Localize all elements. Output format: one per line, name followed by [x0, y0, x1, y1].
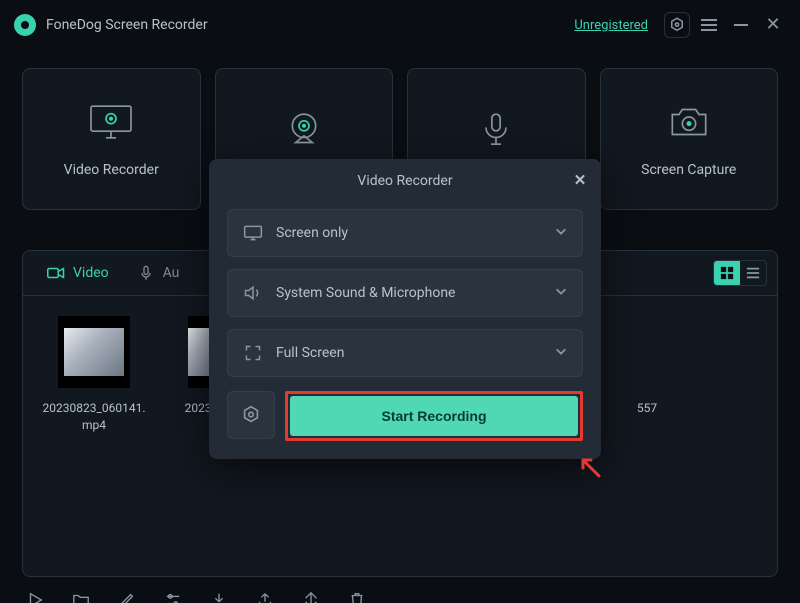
file-name: 557: [617, 400, 677, 417]
edit-button[interactable]: [114, 587, 140, 603]
sliders-button[interactable]: [160, 587, 186, 603]
play-button[interactable]: [22, 587, 48, 603]
grid-view-button[interactable]: [714, 261, 740, 285]
mode-screen-capture[interactable]: Screen Capture: [600, 68, 779, 210]
dropdown-label: System Sound & Microphone: [276, 285, 554, 301]
share-button[interactable]: [252, 587, 278, 603]
chevron-down-icon: [554, 344, 568, 362]
popup-settings-button[interactable]: [227, 391, 275, 439]
convert-button[interactable]: [298, 587, 324, 603]
tab-video[interactable]: Video: [33, 251, 123, 295]
webcam-icon: [279, 108, 329, 152]
audio-dropdown[interactable]: System Sound & Microphone: [227, 269, 583, 317]
mode-video-recorder[interactable]: Video Recorder: [22, 68, 201, 210]
delete-button[interactable]: [344, 587, 370, 603]
popup-title: Video Recorder: [357, 173, 452, 189]
app-window: { "titlebar":{ "app_name":"FoneDog Scree…: [0, 0, 800, 603]
source-dropdown[interactable]: Screen only: [227, 209, 583, 257]
download-button[interactable]: [206, 587, 232, 603]
start-recording-button[interactable]: Start Recording: [290, 396, 578, 436]
file-name: 20230823_060141.mp4: [39, 400, 149, 434]
dropdown-label: Full Screen: [276, 345, 554, 361]
microphone-icon: [471, 108, 521, 152]
minimize-button[interactable]: [728, 12, 754, 38]
start-recording-highlight: Start Recording: [285, 391, 583, 441]
tab-label: Video: [73, 265, 109, 281]
settings-button[interactable]: [664, 12, 690, 38]
list-view-button[interactable]: [740, 261, 766, 285]
close-button[interactable]: ✕: [760, 12, 786, 38]
bottom-toolbar: [0, 577, 800, 603]
area-dropdown[interactable]: Full Screen: [227, 329, 583, 377]
popup-header: Video Recorder ✕: [209, 159, 601, 203]
library-file[interactable]: 20230823_060141.mp4: [39, 316, 149, 434]
dropdown-label: Screen only: [276, 225, 554, 241]
video-recorder-popup: Video Recorder ✕ Screen only System Soun…: [209, 159, 601, 459]
camera-icon: [664, 100, 714, 144]
tab-audio[interactable]: Au: [123, 251, 194, 295]
view-mode-switch: [713, 260, 767, 286]
mode-label: Screen Capture: [641, 162, 736, 178]
folder-button[interactable]: [68, 587, 94, 603]
microphone-icon: [137, 265, 155, 281]
chevron-down-icon: [554, 284, 568, 302]
speaker-icon: [242, 282, 264, 304]
tab-label: Au: [163, 265, 180, 281]
monitor-icon: [242, 222, 264, 244]
title-bar: FoneDog Screen Recorder Unregistered ✕: [0, 0, 800, 50]
monitor-icon: [86, 100, 136, 144]
fullscreen-icon: [242, 342, 264, 364]
chevron-down-icon: [554, 224, 568, 242]
library-file[interactable]: 557: [617, 316, 677, 417]
video-icon: [47, 265, 65, 281]
popup-close-button[interactable]: ✕: [569, 169, 591, 191]
unregistered-link[interactable]: Unregistered: [574, 18, 648, 33]
app-logo-icon: [14, 14, 36, 36]
file-thumbnail: [58, 316, 130, 388]
app-title: FoneDog Screen Recorder: [46, 17, 208, 33]
menu-button[interactable]: [696, 12, 722, 38]
mode-label: Video Recorder: [64, 162, 159, 178]
